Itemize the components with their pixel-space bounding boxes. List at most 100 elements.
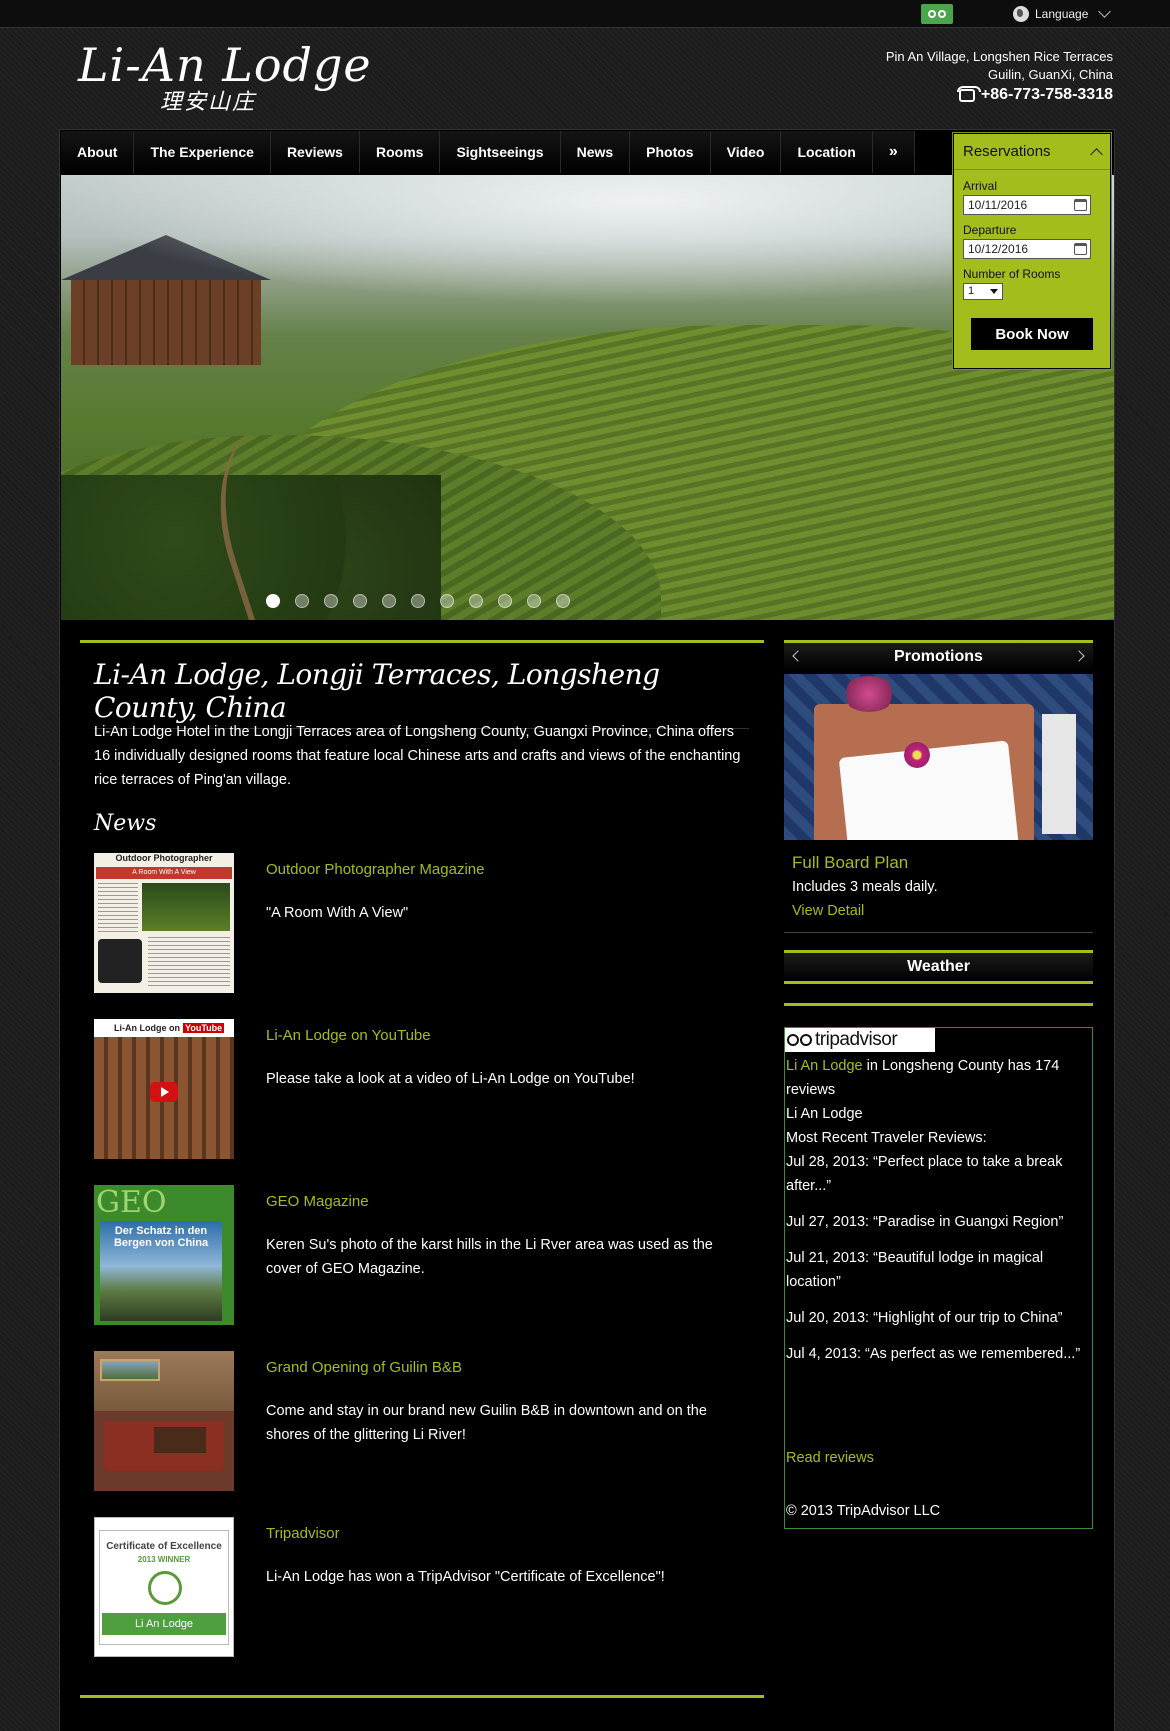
phone-icon <box>956 85 981 102</box>
news-title[interactable]: Grand Opening of Guilin B&B <box>266 1359 462 1376</box>
nav-video[interactable]: Video <box>711 131 782 173</box>
review-item[interactable]: Jul 20, 2013: “Highlight of our trip to … <box>786 1306 1086 1330</box>
news-item: Grand Opening of Guilin B&B Come and sta… <box>94 1351 749 1491</box>
promotion-title[interactable]: Full Board Plan <box>792 853 908 873</box>
arrival-field[interactable]: 10/11/2016 <box>963 195 1091 215</box>
main-nav: About The Experience Reviews Rooms Sight… <box>61 131 915 173</box>
nav-about[interactable]: About <box>61 131 135 173</box>
calendar-icon[interactable] <box>1074 199 1087 211</box>
news-description: Come and stay in our brand new Guilin B&… <box>266 1403 707 1443</box>
language-selector[interactable]: Language <box>1013 4 1112 24</box>
chevron-left-icon[interactable] <box>792 650 804 662</box>
slide-dot[interactable] <box>497 594 512 608</box>
lodge-name: Li An Lodge <box>786 1106 863 1122</box>
promotion-image[interactable] <box>784 674 1093 840</box>
news-title[interactable]: Outdoor Photographer Magazine <box>266 861 484 878</box>
tripadvisor-widget: tripadvisor Li An Lodge in Longsheng Cou… <box>784 1003 1093 1529</box>
address-line-1: Pin An Village, Longshen Rice Terraces <box>885 49 1113 64</box>
address: Pin An Village, Longshen Rice Terraces G… <box>886 48 1113 84</box>
slide-dot[interactable] <box>555 594 570 608</box>
news-item: Outdoor Photographer A Room With A View … <box>94 853 749 993</box>
review-item[interactable]: Jul 27, 2013: “Paradise in Guangxi Regio… <box>786 1210 1086 1234</box>
slide-dot[interactable] <box>526 594 541 608</box>
promotions-heading: Promotions <box>894 648 983 665</box>
nav-the-experience[interactable]: The Experience <box>134 131 271 173</box>
news-item: Li-An Lodge on YouTube Li-An Lodge on You… <box>94 1019 749 1159</box>
news-description: Keren Su's photo of the karst hills in t… <box>266 1237 713 1277</box>
news-description: Please take a look at a video of Li-An L… <box>266 1071 635 1087</box>
nav-more[interactable]: » <box>873 131 915 173</box>
news-thumbnail[interactable]: GEO Der Schatz in den Bergen von China <box>94 1185 234 1325</box>
book-now-button[interactable]: Book Now <box>971 318 1093 350</box>
departure-field[interactable]: 10/12/2016 <box>963 239 1091 259</box>
news-heading: News <box>94 811 157 836</box>
intro-text: Li-An Lodge Hotel in the Longji Terraces… <box>94 724 741 788</box>
slide-dot[interactable] <box>410 594 425 608</box>
slideshow-dots <box>61 594 1114 608</box>
review-item[interactable]: Jul 21, 2013: “Beautiful lodge in magica… <box>786 1246 1086 1294</box>
promotions-panel: Promotions Full Board Plan Includes 3 me… <box>784 640 1093 933</box>
lodge-link[interactable]: Li An Lodge <box>786 1058 863 1074</box>
departure-label: Departure <box>963 223 1017 237</box>
departure-value: 10/12/2016 <box>968 242 1029 256</box>
tripadvisor-logo[interactable]: tripadvisor <box>785 1028 935 1052</box>
tripadvisor-owl-icon <box>787 1034 812 1046</box>
review-item[interactable]: Jul 4, 2013: “As perfect as we remembere… <box>786 1342 1086 1366</box>
weather-heading: Weather <box>784 953 1093 981</box>
top-bar: Language <box>0 0 1170 28</box>
chevron-down-icon <box>1098 5 1112 18</box>
nav-photos[interactable]: Photos <box>630 131 711 173</box>
reservations-title: Reservations <box>963 143 1051 160</box>
review-item[interactable]: Jul 28, 2013: “Perfect place to take a b… <box>786 1150 1086 1198</box>
arrival-value: 10/11/2016 <box>968 198 1028 212</box>
slide-dot[interactable] <box>468 594 483 608</box>
news-item: Certificate of Excellence 2013 WINNER Li… <box>94 1517 749 1657</box>
news-description: Li-An Lodge has won a TripAdvisor "Certi… <box>266 1569 665 1585</box>
news-thumbnail[interactable]: Outdoor Photographer A Room With A View <box>94 853 234 993</box>
arrival-label: Arrival <box>963 179 998 193</box>
news-title[interactable]: GEO Magazine <box>266 1193 369 1210</box>
reservations-header[interactable]: Reservations <box>954 134 1110 170</box>
page-title: Li-An Lodge, Longji Terraces, Longsheng … <box>94 658 749 729</box>
slide-dot[interactable] <box>381 594 396 608</box>
nav-sightseeings[interactable]: Sightseeings <box>440 131 561 173</box>
news-title[interactable]: Li-An Lodge on YouTube <box>266 1027 431 1044</box>
slide-dot[interactable] <box>352 594 367 608</box>
slide-dot[interactable] <box>294 594 309 608</box>
nav-news[interactable]: News <box>561 131 631 173</box>
play-icon[interactable] <box>150 1082 178 1102</box>
news-thumbnail[interactable]: Li-An Lodge on YouTube <box>94 1019 234 1159</box>
news-thumbnail[interactable]: Certificate of Excellence 2013 WINNER Li… <box>94 1517 234 1657</box>
phone-number: +86-773-758-3318 <box>980 86 1113 103</box>
promotions-header: Promotions <box>784 643 1093 671</box>
address-line-2: Guilin, GuanXi, China <box>987 67 1113 82</box>
main-content: Li-An Lodge, Longji Terraces, Longsheng … <box>80 640 764 1698</box>
news-description: "A Room With A View" <box>266 905 409 921</box>
globe-icon <box>1013 6 1029 22</box>
view-detail-link[interactable]: View Detail <box>792 903 864 919</box>
tripadvisor-owl-icon[interactable] <box>921 4 953 24</box>
tripadvisor-summary: Li An Lodge in Longsheng County has 174 … <box>786 1054 1086 1366</box>
chevron-up-icon[interactable] <box>1090 147 1103 161</box>
news-thumbnail[interactable] <box>94 1351 234 1491</box>
recent-reviews-label: Most Recent Traveler Reviews: <box>786 1130 987 1146</box>
nav-reviews[interactable]: Reviews <box>271 131 360 173</box>
rooms-select[interactable]: 1 <box>963 283 1003 300</box>
reservations-widget: Reservations Arrival 10/11/2016 Departur… <box>953 133 1111 369</box>
news-title[interactable]: Tripadvisor <box>266 1525 340 1542</box>
slide-dot[interactable] <box>439 594 454 608</box>
read-reviews-link[interactable]: Read reviews <box>786 1450 874 1466</box>
rooms-label: Number of Rooms <box>963 267 1061 281</box>
tripadvisor-copyright: © 2013 TripAdvisor LLC <box>786 1503 941 1519</box>
nav-location[interactable]: Location <box>781 131 873 173</box>
weather-panel: Weather <box>784 950 1093 984</box>
language-label: Language <box>1035 7 1089 21</box>
phone: +86-773-758-3318 <box>956 85 1113 104</box>
nav-rooms[interactable]: Rooms <box>360 131 441 173</box>
logo-chinese: 理安山庄 <box>160 90 257 115</box>
chevron-right-icon[interactable] <box>1073 650 1085 662</box>
promotion-description: Includes 3 meals daily. <box>792 879 938 895</box>
slide-dot[interactable] <box>265 594 280 608</box>
calendar-icon[interactable] <box>1074 243 1087 255</box>
slide-dot[interactable] <box>323 594 338 608</box>
